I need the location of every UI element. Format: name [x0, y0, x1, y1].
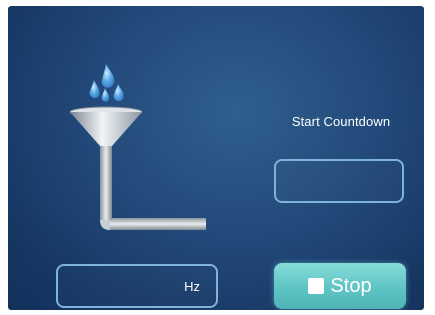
frequency-input[interactable]: Hz — [56, 264, 218, 308]
stop-square-icon — [308, 278, 325, 294]
stop-button-label: Stop — [330, 274, 372, 297]
countdown-input[interactable] — [274, 159, 404, 203]
control-screen: Start Countdown Hz Stop — [8, 6, 424, 310]
frequency-unit-label: Hz — [184, 279, 200, 294]
countdown-label: Start Countdown — [291, 114, 391, 129]
funnel-water-icon — [69, 64, 206, 230]
stop-button[interactable]: Stop — [274, 263, 406, 309]
